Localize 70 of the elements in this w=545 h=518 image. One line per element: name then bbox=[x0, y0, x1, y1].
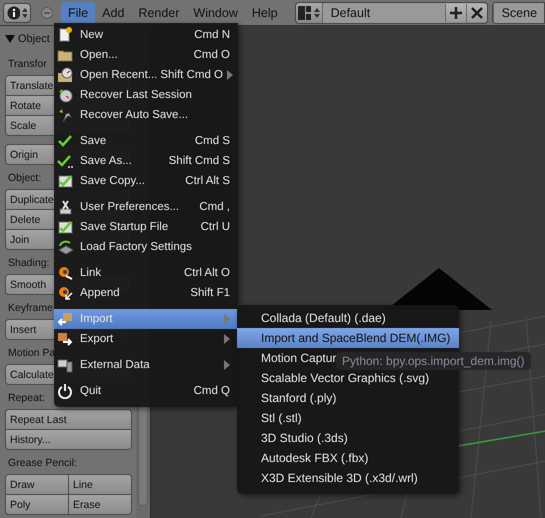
close-icon[interactable] bbox=[466, 4, 487, 22]
section-label: Transfor bbox=[8, 57, 47, 71]
menu-item[interactable]: User Preferences... Cmd , bbox=[54, 197, 238, 217]
menu-item[interactable]: Load Factory Settings bbox=[54, 237, 238, 257]
menu-item[interactable]: External Data bbox=[54, 355, 238, 375]
up-down-arrows-icon bbox=[22, 6, 27, 18]
reload-icon bbox=[57, 239, 73, 255]
tool-button[interactable]: Repeat Last bbox=[6, 410, 131, 429]
add-icon[interactable] bbox=[444, 4, 466, 22]
menu-item[interactable]: Recover Auto Save... bbox=[54, 105, 238, 125]
folder-clock-icon bbox=[57, 67, 73, 83]
menu-title[interactable]: Help bbox=[244, 2, 285, 24]
wrench-icon bbox=[57, 107, 73, 123]
info-icon bbox=[7, 6, 20, 20]
section-label: Object: bbox=[8, 171, 42, 185]
tooltip: Python: bpy.ops.import_dem.img() bbox=[336, 352, 531, 370]
preferences-icon bbox=[57, 199, 73, 215]
logo-arrow-icon bbox=[57, 285, 73, 301]
check-icon bbox=[57, 153, 73, 169]
checklist-icon bbox=[57, 173, 73, 189]
menu-item[interactable]: Save Cmd S bbox=[54, 131, 238, 151]
layout-name-field[interactable]: Default bbox=[322, 2, 445, 22]
collapse-triangle-icon[interactable] bbox=[5, 34, 15, 44]
menu-item[interactable]: Autodesk FBX (.fbx) bbox=[237, 448, 459, 468]
power-icon bbox=[57, 383, 73, 399]
checklist-icon bbox=[57, 219, 73, 235]
clock-icon bbox=[57, 87, 73, 103]
menu-item[interactable]: Collada (Default) (.dae) bbox=[237, 308, 459, 328]
editor-type-selector[interactable] bbox=[3, 2, 31, 22]
menu-item[interactable]: Quit Cmd Q bbox=[54, 381, 238, 401]
tool-button[interactable]: Erase bbox=[68, 495, 131, 514]
menu-item[interactable]: Open... Cmd O bbox=[54, 45, 238, 65]
menu-item[interactable]: New Cmd N bbox=[54, 25, 238, 45]
menu-item[interactable]: Export bbox=[54, 329, 238, 349]
menu-item[interactable]: Link Ctrl Alt O bbox=[54, 263, 238, 283]
menu-item[interactable]: X3D Extensible 3D (.x3d/.wrl) bbox=[237, 468, 459, 488]
menu-item[interactable]: 3D Studio (.3ds) bbox=[237, 428, 459, 448]
menu-item[interactable]: Import and SpaceBlend DEM(.IMG) bbox=[237, 328, 459, 348]
collapse-icon[interactable] bbox=[41, 6, 53, 18]
tool-button[interactable]: History... bbox=[6, 430, 131, 449]
document-icon bbox=[57, 27, 73, 43]
tool-button[interactable]: Line bbox=[68, 475, 131, 494]
menu-title[interactable]: File bbox=[61, 2, 96, 24]
menu-title[interactable]: Render bbox=[131, 2, 186, 24]
menu-item[interactable]: Recover Last Session bbox=[54, 85, 238, 105]
menu-title[interactable]: Window bbox=[186, 2, 245, 24]
menu-item[interactable]: Stl (.stl) bbox=[237, 408, 459, 428]
export-icon bbox=[57, 331, 73, 347]
tool-button[interactable]: Poly bbox=[6, 495, 68, 514]
computer-icon bbox=[57, 357, 73, 373]
menu-item[interactable]: Save Startup File Ctrl U bbox=[54, 217, 238, 237]
section-label: Keyframe bbox=[8, 301, 53, 315]
layout-icon bbox=[296, 4, 322, 22]
panel-title: Object bbox=[18, 33, 50, 45]
menu-item[interactable]: Stanford (.ply) bbox=[237, 388, 459, 408]
scene-name-field[interactable]: Scene bbox=[492, 2, 544, 22]
tool-button[interactable]: Draw bbox=[6, 475, 68, 494]
check-icon bbox=[57, 133, 73, 149]
menu-item[interactable]: Append Shift F1 bbox=[54, 283, 238, 303]
menu-item[interactable]: Open Recent... Shift Cmd O bbox=[54, 65, 238, 85]
menu-item[interactable]: Save Copy... Ctrl Alt S bbox=[54, 171, 238, 191]
screen-layout-selector[interactable]: Default bbox=[294, 2, 488, 24]
section-label: Grease Pencil: bbox=[8, 456, 77, 470]
menu-item[interactable]: Scalable Vector Graphics (.svg) bbox=[237, 368, 459, 388]
menu-item[interactable]: Save As... Shift Cmd S bbox=[54, 151, 238, 171]
menu-title[interactable]: Add bbox=[95, 2, 132, 24]
section-label: Shading: bbox=[8, 256, 50, 270]
import-icon bbox=[57, 311, 73, 327]
section-label: Repeat: bbox=[8, 391, 45, 405]
logo-link-icon bbox=[57, 265, 73, 281]
